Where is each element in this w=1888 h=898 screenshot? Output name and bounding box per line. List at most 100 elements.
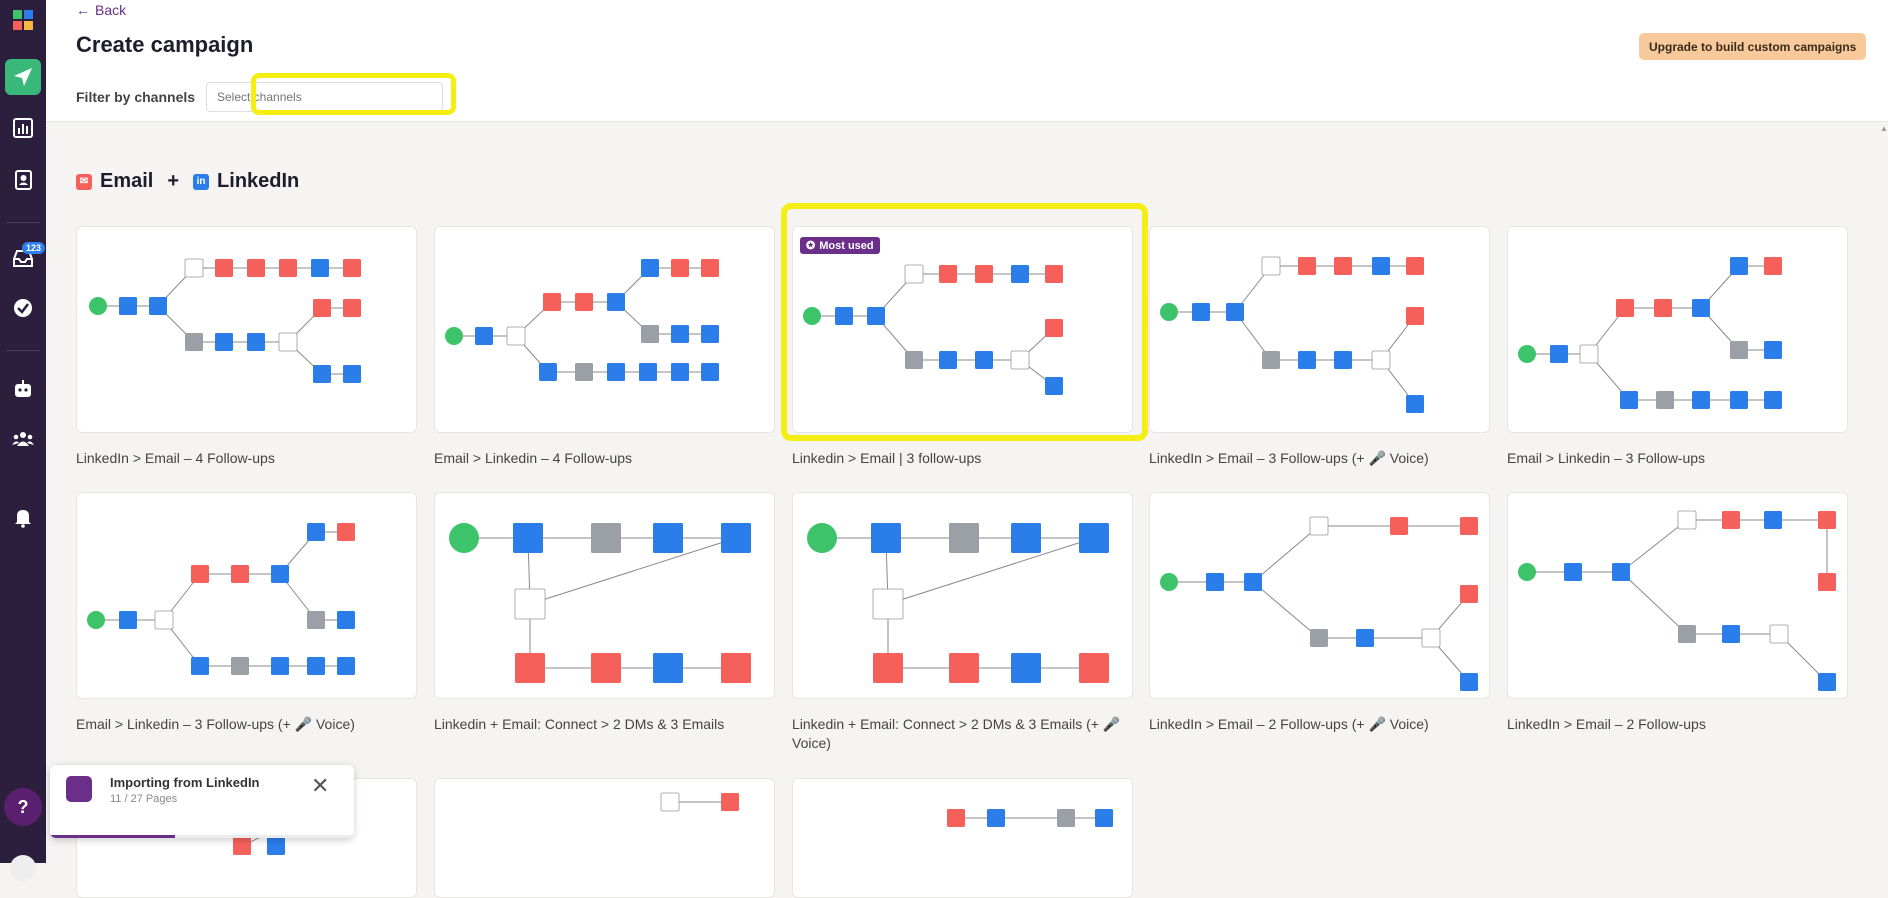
- toast-title: Importing from LinkedIn: [110, 775, 260, 790]
- logo-icon[interactable]: [5, 2, 41, 38]
- workflow-node-linkedin: [1722, 625, 1740, 643]
- card-title[interactable]: LinkedIn > Email – 4 Follow-ups: [76, 449, 436, 468]
- workflow-node-linkedin: [1045, 377, 1063, 395]
- card-title[interactable]: Email > Linkedin – 3 Follow-ups: [1507, 449, 1867, 468]
- workflow-node-wait: [1057, 809, 1075, 827]
- workflow-node-linkedin: [267, 837, 285, 855]
- workflow-node-email: [313, 299, 331, 317]
- most-used-badge: ✪ Most used: [800, 237, 880, 254]
- workflow-diagram: [947, 809, 1113, 827]
- contacts-icon[interactable]: [5, 162, 41, 198]
- workflow-node-email: [1460, 517, 1478, 535]
- card-title[interactable]: LinkedIn > Email – 2 Follow-ups (+ 🎤 Voi…: [1149, 715, 1509, 734]
- workflow-node-condition: [1371, 350, 1391, 370]
- workflow-node-linkedin: [191, 657, 209, 675]
- campaign-card[interactable]: [1149, 492, 1490, 699]
- card-title[interactable]: LinkedIn > Email – 3 Follow-ups (+ 🎤 Voi…: [1149, 449, 1509, 468]
- workflow-node-linkedin: [1764, 341, 1782, 359]
- campaign-card[interactable]: [434, 226, 775, 433]
- workflow-node-linkedin: [1620, 391, 1638, 409]
- campaign-card[interactable]: [434, 492, 775, 699]
- workflow-node-wait: [905, 351, 923, 369]
- workflow-node-wait: [185, 333, 203, 351]
- workflow-node-linkedin: [1612, 563, 1630, 581]
- workflow-node-linkedin: [1334, 351, 1352, 369]
- workflow-node-email: [975, 265, 993, 283]
- upgrade-button[interactable]: Upgrade to build custom campaigns: [1639, 33, 1867, 60]
- bot-icon[interactable]: [5, 371, 41, 407]
- workflow-diagram: [1518, 510, 1836, 691]
- campaign-card[interactable]: [76, 226, 417, 433]
- workflow-node-start: [803, 307, 821, 325]
- workflow-connector: [1252, 581, 1320, 639]
- bell-icon[interactable]: [5, 499, 41, 535]
- send-icon[interactable]: [5, 59, 41, 95]
- campaign-card[interactable]: [1507, 226, 1848, 433]
- workflow-node-email: [873, 653, 903, 683]
- campaign-card[interactable]: [792, 778, 1133, 898]
- close-icon[interactable]: ✕: [311, 773, 329, 799]
- workflow-node-start: [807, 523, 837, 553]
- card-title[interactable]: Email > Linkedin – 3 Follow-ups (+ 🎤 Voi…: [76, 715, 436, 734]
- back-link[interactable]: ← Back: [76, 2, 126, 18]
- avatar[interactable]: [10, 855, 36, 881]
- workflow-node-linkedin: [1356, 629, 1374, 647]
- card-title[interactable]: Linkedin > Email | 3 follow-ups: [792, 449, 1152, 468]
- campaign-card[interactable]: [792, 492, 1133, 699]
- campaign-card[interactable]: [434, 778, 775, 898]
- card-title[interactable]: Email > Linkedin – 4 Follow-ups: [434, 449, 794, 468]
- workflow-node-email: [231, 565, 249, 583]
- card-title[interactable]: Linkedin + Email: Connect > 2 DMs & 3 Em…: [792, 715, 1132, 753]
- workflow-node-linkedin: [1460, 673, 1478, 691]
- campaign-card[interactable]: [1507, 492, 1848, 699]
- campaign-card[interactable]: [1149, 226, 1490, 433]
- help-button[interactable]: ?: [4, 788, 42, 826]
- workflow-node-start: [445, 327, 463, 345]
- campaign-card[interactable]: [76, 492, 417, 699]
- workflow-diagram: [660, 792, 739, 812]
- workflow-node-email: [1390, 517, 1408, 535]
- workflow-diagram: [1518, 257, 1782, 409]
- workflow-node-linkedin: [1764, 391, 1782, 409]
- workflow-node-condition: [1309, 516, 1329, 536]
- workflow-node-wait: [231, 657, 249, 675]
- team-icon[interactable]: [5, 421, 41, 457]
- workflow-node-wait: [1730, 341, 1748, 359]
- workflow-node-linkedin: [1011, 265, 1029, 283]
- workflow-connector: [529, 537, 737, 605]
- workflow-diagram: [449, 523, 751, 683]
- section-linkedin-label: LinkedIn: [217, 170, 300, 192]
- workflow-node-linkedin: [149, 297, 167, 315]
- workflow-node-email: [1406, 257, 1424, 275]
- workflow-connector: [887, 537, 1095, 605]
- workflow-node-condition: [154, 610, 174, 630]
- workflow-node-email: [1045, 265, 1063, 283]
- filter-label: Filter by channels: [76, 89, 196, 105]
- workflow-node-linkedin: [1298, 351, 1316, 369]
- workflow-node-email: [1334, 257, 1352, 275]
- workflow-node-start: [1518, 563, 1536, 581]
- workflow-node-linkedin: [1818, 673, 1836, 691]
- card-title[interactable]: LinkedIn > Email – 2 Follow-ups: [1507, 715, 1867, 734]
- card-title[interactable]: Linkedin + Email: Connect > 2 DMs & 3 Em…: [434, 715, 794, 734]
- workflow-connector: [1620, 519, 1688, 573]
- workflow-node-email: [1616, 299, 1634, 317]
- workflow-node-wait: [1678, 625, 1696, 643]
- workflow-node-condition: [872, 588, 904, 620]
- workflow-node-linkedin: [1011, 653, 1041, 683]
- tasks-icon[interactable]: [5, 290, 41, 326]
- workflow-node-linkedin: [1692, 299, 1710, 317]
- import-progress: [50, 835, 354, 838]
- page-title: Create campaign: [76, 32, 254, 57]
- workflow-diagram: [445, 259, 719, 381]
- workflow-node-linkedin: [867, 307, 885, 325]
- workflow-node-email: [575, 293, 593, 311]
- channel-filter-input[interactable]: [206, 82, 443, 112]
- arrow-left-icon: ←: [76, 2, 90, 18]
- scroll-up-icon[interactable]: ▲: [1880, 124, 1888, 133]
- section-heading: ✉ Email + in LinkedIn: [76, 170, 299, 193]
- analytics-icon[interactable]: [5, 110, 41, 146]
- workflow-node-email: [1764, 257, 1782, 275]
- campaign-card[interactable]: [792, 226, 1133, 433]
- workflow-node-start: [89, 297, 107, 315]
